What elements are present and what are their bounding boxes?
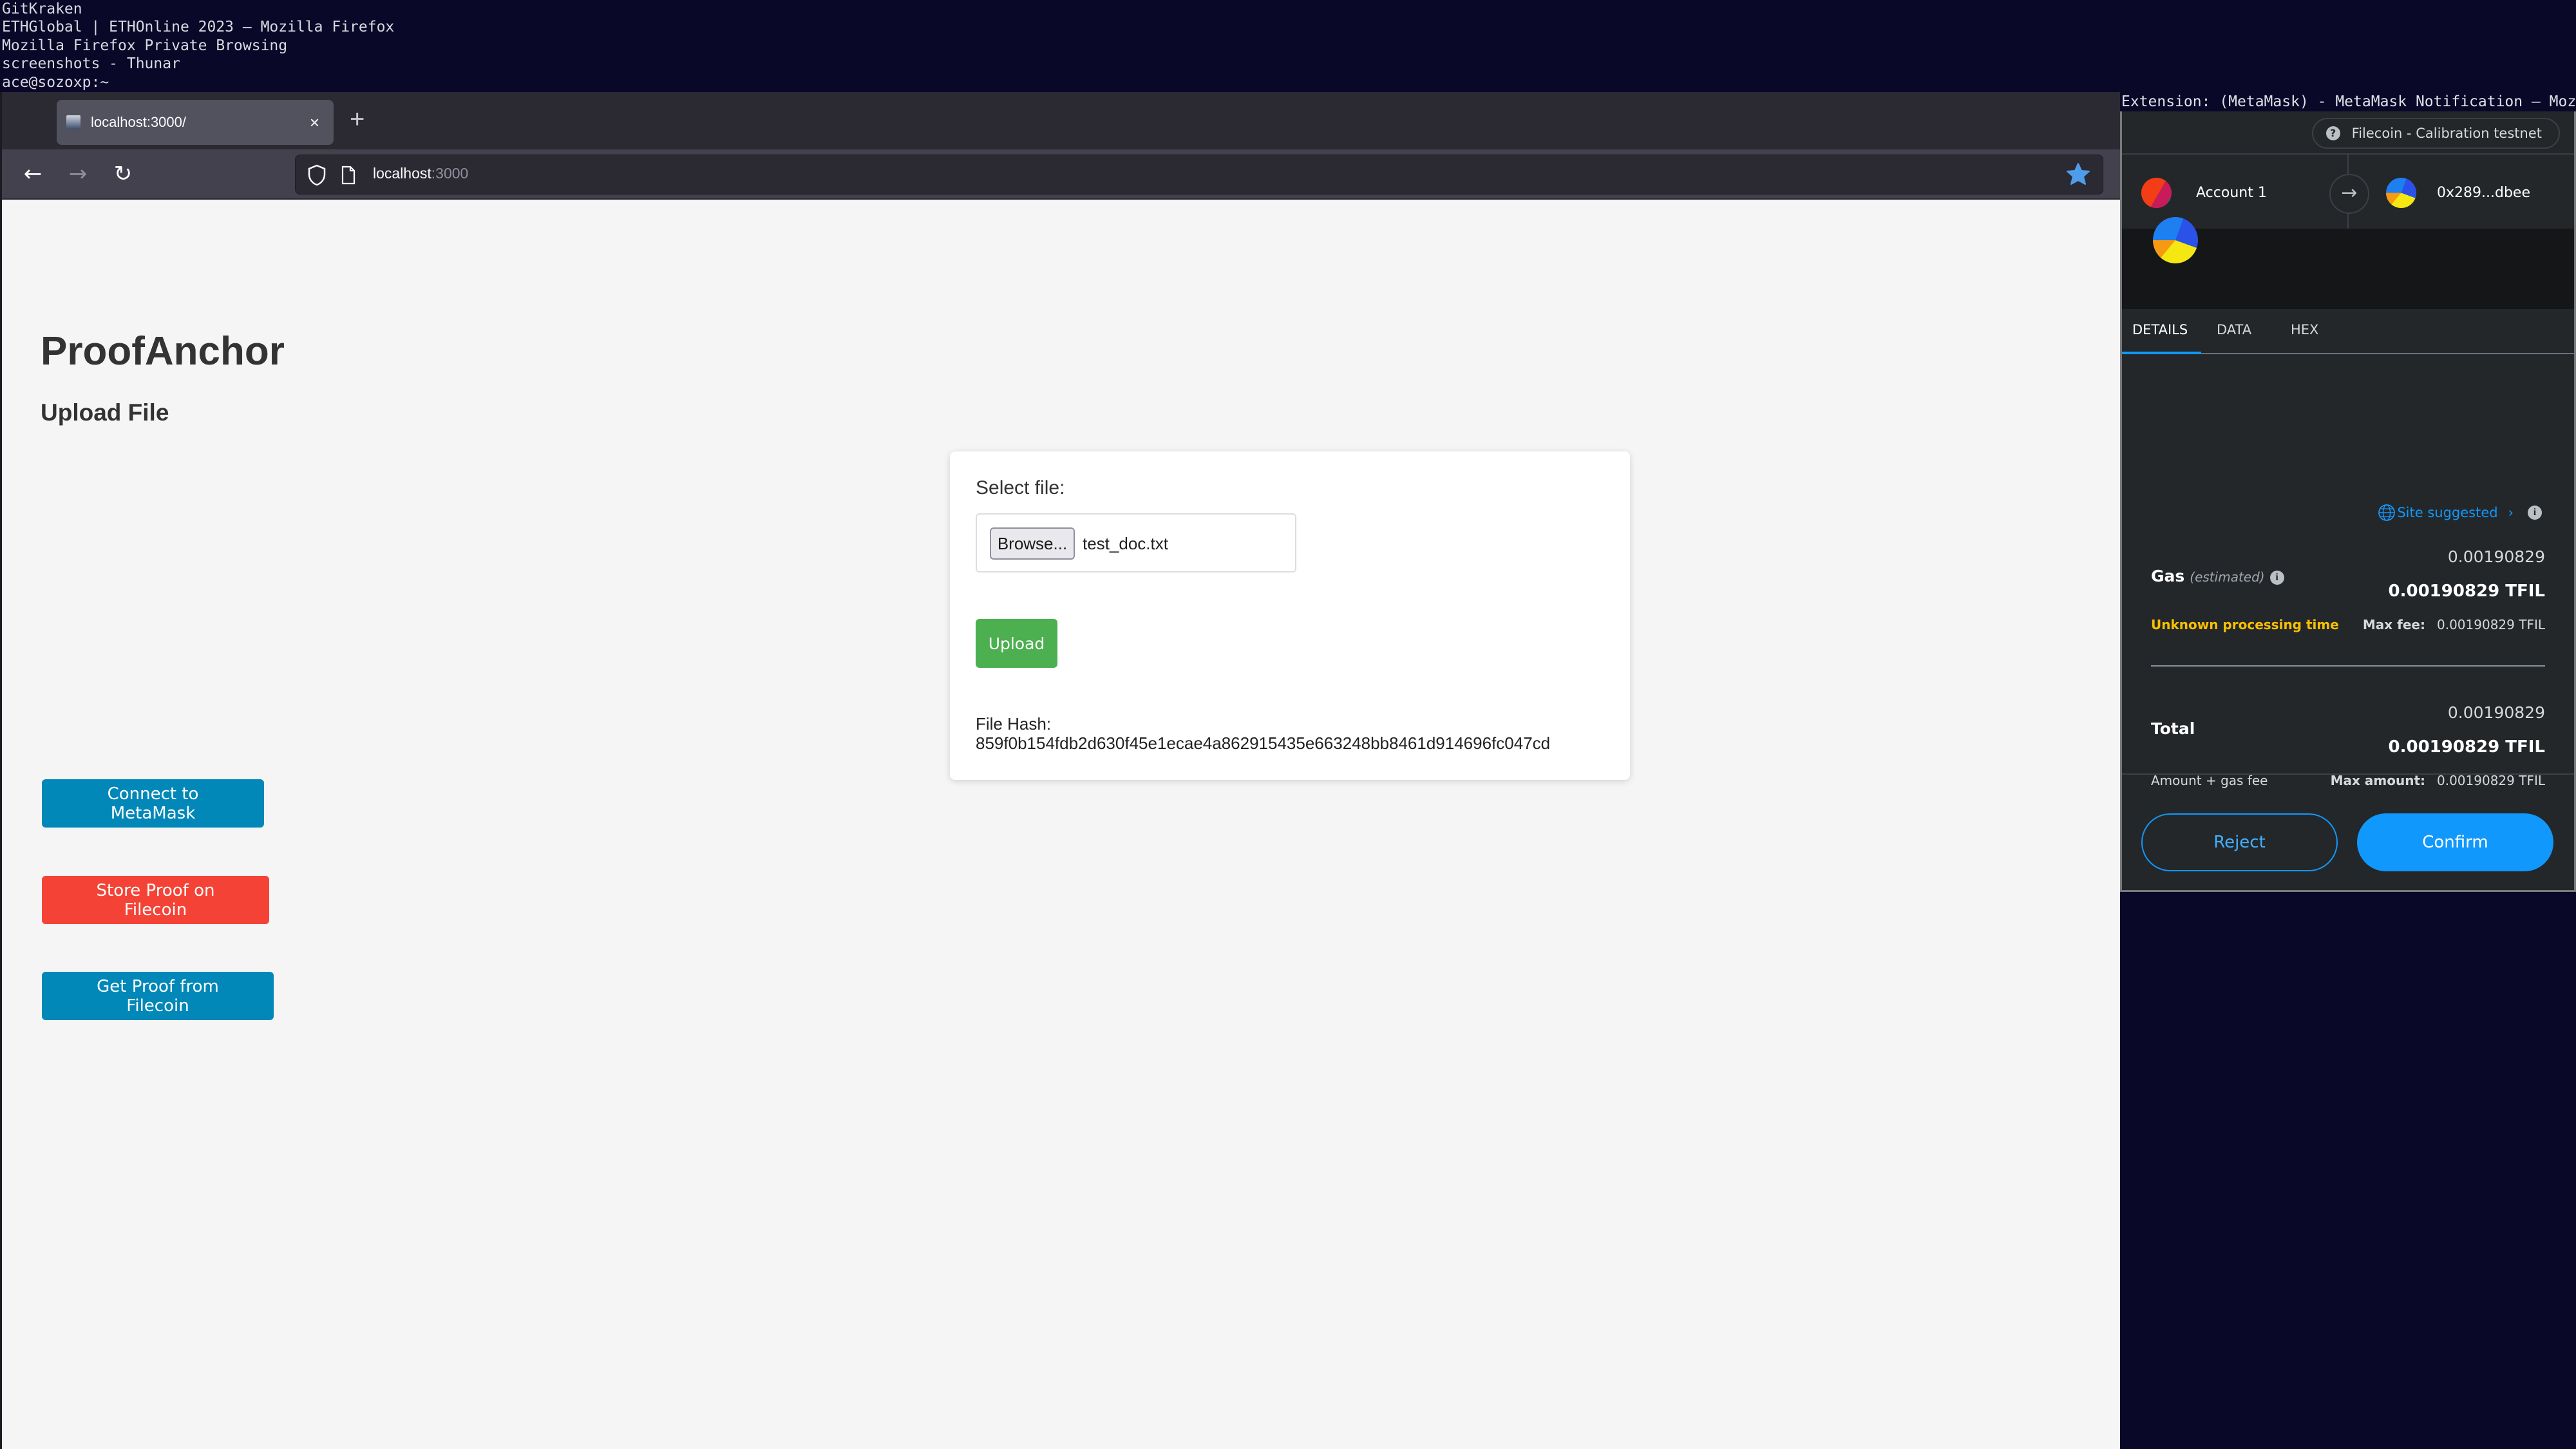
- favicon-icon: [66, 115, 80, 129]
- bookmark-star-icon[interactable]: [2065, 162, 2091, 187]
- total-value: 0.00190829: [2447, 703, 2545, 722]
- site-avatar: [2153, 217, 2198, 263]
- max-amount: Max amount: 0.00190829 TFIL: [2331, 773, 2545, 788]
- tab-details[interactable]: DETAILS: [2132, 322, 2188, 337]
- page-icon[interactable]: [341, 166, 356, 185]
- site-origin-row: [2122, 217, 2574, 309]
- max-fee-value: 0.00190829 TFIL: [2437, 617, 2545, 632]
- details-divider: [2151, 665, 2545, 667]
- forward-button[interactable]: →: [64, 160, 92, 188]
- arrow-right-icon: →: [2329, 174, 2369, 214]
- store-proof-button[interactable]: Store Proof on Filecoin: [42, 876, 269, 924]
- total-label: Total: [2151, 719, 2195, 738]
- network-question-icon: ?: [2325, 126, 2340, 140]
- network-name: Filecoin - Calibration testnet: [2351, 126, 2542, 141]
- max-fee: Max fee: 0.00190829 TFIL: [2363, 617, 2545, 632]
- tab-title: localhost:3000/: [91, 114, 186, 130]
- page-title: ProofAnchor: [41, 329, 285, 374]
- url-text[interactable]: localhost:3000: [373, 165, 468, 182]
- selected-file-name: test_doc.txt: [1083, 534, 1168, 553]
- reload-button[interactable]: ↻: [109, 160, 137, 188]
- site-suggested-link[interactable]: Site suggested › i: [2378, 504, 2542, 522]
- total-value-token: 0.00190829 TFIL: [2388, 737, 2545, 757]
- chevron-right-icon: ›: [2508, 505, 2514, 520]
- section-title: Upload File: [41, 399, 169, 426]
- from-account-name: Account 1: [2196, 185, 2267, 201]
- upload-button[interactable]: Upload: [976, 619, 1057, 668]
- processing-time: Unknown processing time: [2151, 617, 2339, 632]
- gas-value-token: 0.00190829 TFIL: [2388, 582, 2545, 601]
- from-account[interactable]: Account 1: [2141, 178, 2267, 208]
- to-address: 0x289...dbee: [2437, 185, 2530, 201]
- file-input[interactable]: Browse... test_doc.txt: [976, 513, 1296, 573]
- get-proof-button[interactable]: Get Proof from Filecoin: [42, 972, 274, 1020]
- window-list-item[interactable]: Mozilla Firefox Private Browsing: [0, 37, 2576, 55]
- close-tab-icon[interactable]: ×: [310, 113, 319, 133]
- confirm-button[interactable]: Confirm: [2357, 813, 2553, 871]
- gas-value: 0.00190829: [2447, 547, 2545, 566]
- window-list-item[interactable]: screenshots - Thunar: [0, 55, 2576, 73]
- browse-button[interactable]: Browse...: [990, 527, 1075, 560]
- account-avatar: [2141, 178, 2172, 208]
- reject-button[interactable]: Reject: [2141, 813, 2338, 871]
- nav-bar: ← → ↻ localhost:3000: [2, 149, 2120, 200]
- globe-icon: [2378, 504, 2396, 521]
- gas-label: Gas (estimated) i: [2151, 567, 2284, 585]
- upload-card: Select file: Browse... test_doc.txt Uplo…: [950, 451, 1630, 780]
- tab-data[interactable]: DATA: [2217, 322, 2251, 337]
- tab-hex[interactable]: HEX: [2291, 322, 2318, 337]
- url-host: localhost: [373, 165, 431, 182]
- browser-tab[interactable]: localhost:3000/ ×: [57, 100, 334, 145]
- active-tab-indicator: [2122, 352, 2201, 354]
- firefox-window: localhost:3000/ × + ← → ↻ localhost:3000…: [0, 92, 2120, 1449]
- gas-estimated-label: (estimated): [2190, 569, 2265, 585]
- site-suggested-label: Site suggested: [2397, 505, 2498, 520]
- max-amount-label: Max amount:: [2330, 773, 2425, 788]
- account-row: Account 1 → 0x289...dbee: [2122, 155, 2574, 230]
- page-content: ProofAnchor Upload File Select file: Bro…: [2, 200, 2120, 1449]
- network-row: ? Filecoin - Calibration testnet: [2122, 111, 2574, 155]
- connect-metamask-button[interactable]: Connect to MetaMask: [42, 779, 264, 828]
- window-list: GitKraken ETHGlobal | ETHOnline 2023 — M…: [0, 0, 2576, 92]
- shield-icon[interactable]: [307, 164, 327, 186]
- window-list-item[interactable]: GitKraken: [0, 0, 2576, 18]
- file-hash-value: 859f0b154fdb2d630f45e1ecae4a862915435e66…: [976, 734, 1551, 753]
- amount-gas-note: Amount + gas fee: [2151, 773, 2268, 788]
- url-port: :3000: [431, 165, 469, 182]
- metamask-popup: ? Filecoin - Calibration testnet Account…: [2120, 111, 2576, 892]
- file-hash-label: File Hash:: [976, 714, 1052, 734]
- window-list-item[interactable]: ace@sozoxp:~: [0, 73, 2576, 91]
- metamask-window-title: Extension: (MetaMask) - MetaMask Notific…: [2120, 92, 2576, 111]
- network-selector[interactable]: ? Filecoin - Calibration testnet: [2311, 118, 2560, 149]
- max-fee-label: Max fee:: [2362, 617, 2425, 632]
- gas-info-icon[interactable]: i: [2269, 571, 2284, 585]
- info-icon[interactable]: i: [2528, 506, 2542, 520]
- max-amount-value: 0.00190829 TFIL: [2437, 773, 2545, 788]
- select-file-label: Select file:: [976, 477, 1065, 498]
- recipient-avatar: [2386, 178, 2416, 208]
- to-account[interactable]: 0x289...dbee: [2386, 178, 2530, 208]
- footer-divider: [2122, 773, 2574, 775]
- metamask-tabs: DETAILS DATA HEX: [2122, 309, 2574, 354]
- new-tab-button[interactable]: +: [350, 105, 365, 134]
- url-bar[interactable]: localhost:3000: [295, 155, 2103, 194]
- back-button[interactable]: ←: [19, 160, 47, 188]
- tab-bar: localhost:3000/ × +: [2, 92, 2120, 149]
- gas-label-text: Gas: [2151, 567, 2185, 585]
- window-list-item[interactable]: ETHGlobal | ETHOnline 2023 — Mozilla Fir…: [0, 18, 2576, 36]
